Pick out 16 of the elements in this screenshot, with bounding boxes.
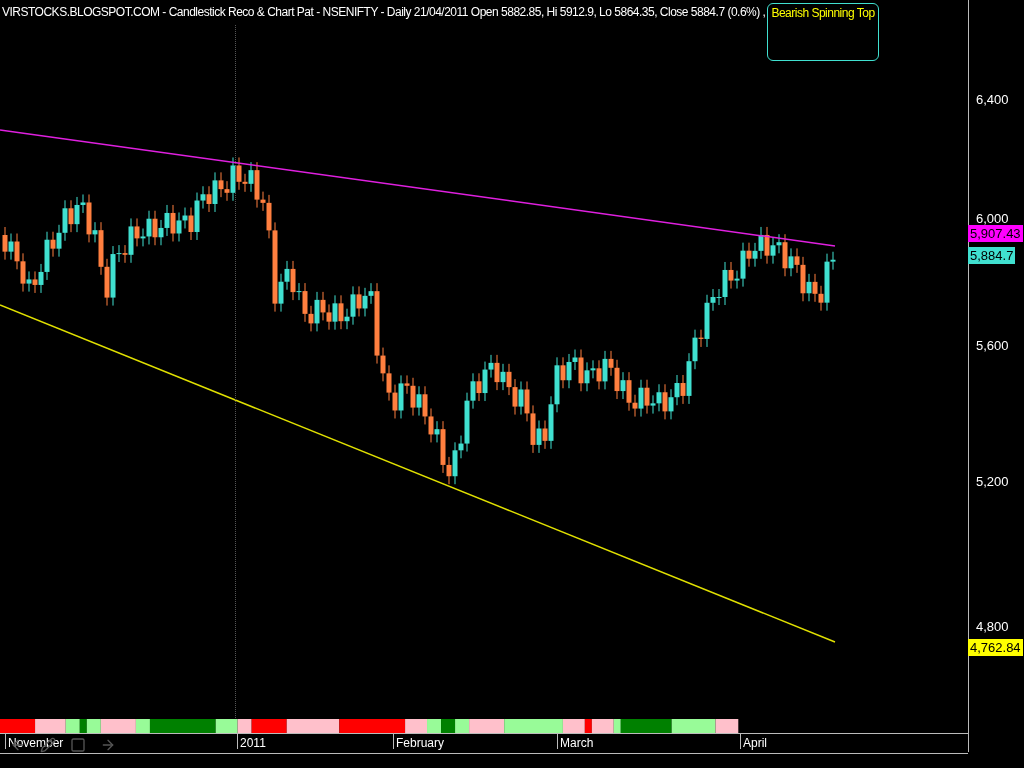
price-tick-label: 4,800 (976, 620, 1009, 633)
price-tick-label: 5,600 (976, 339, 1009, 352)
date-label: February (393, 734, 445, 749)
price-tick-label: 6,000 (976, 212, 1009, 225)
date-label: April (740, 734, 767, 749)
arrow-right-icon[interactable] (100, 737, 116, 753)
price-badge: 4,762.84 (968, 639, 1023, 656)
pattern-label: Bearish Spinning Top (767, 3, 879, 61)
price-tick-label: 5,200 (976, 475, 1009, 488)
date-label: 2011 (237, 734, 266, 749)
date-label: November (5, 734, 64, 749)
price-tick-label: 6,400 (976, 93, 1009, 106)
price-badge: 5,884.7 (968, 247, 1016, 264)
price-badge: 5,907.43 (968, 225, 1023, 242)
chart-title: VIRSTOCKS.BLOGSPOT.COM - Candlestick Reco & Chart Pat - NSENIFTY - Daily 21/04/2011 Open 5882.85, Hi 5912.9, Lo 5864.35, Close 5884.7 (0.6%) , (2, 4, 766, 21)
date-label: March (557, 734, 594, 749)
